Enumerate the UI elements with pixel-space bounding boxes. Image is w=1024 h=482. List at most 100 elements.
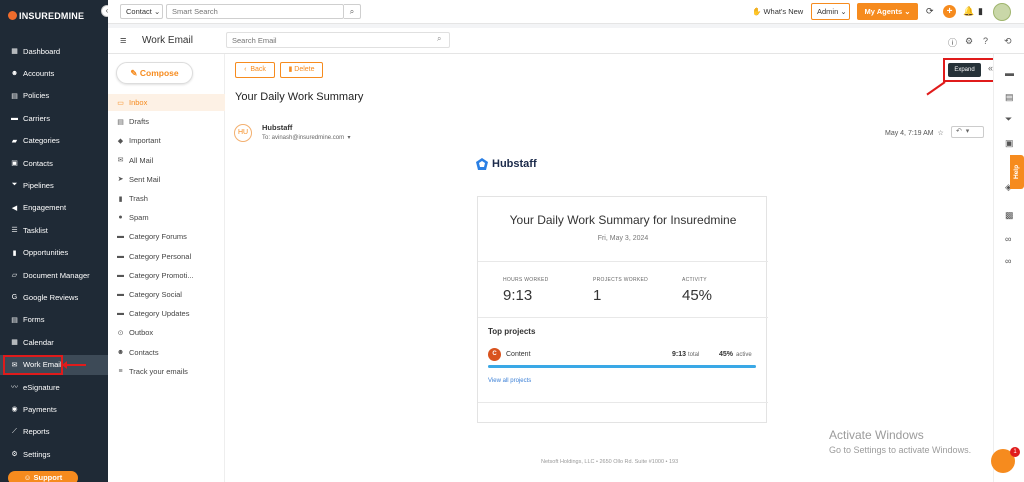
folder-sent-mail[interactable]: ➤ Sent Mail [108,171,225,188]
contact-type-select[interactable]: Contact ⌄ [120,4,163,19]
email-date: May 4, 7:19 AM ☆ [885,129,944,137]
search-icon[interactable]: ⌕ [344,4,361,19]
gear-icon: ⚙ [11,451,18,459]
sidebar-item-calendar[interactable]: ▦ Calendar [0,332,108,352]
link-icon[interactable]: ∞ [1005,256,1011,266]
folder-contacts[interactable]: ☻ Contacts [108,344,225,361]
sidebar-item-accounts[interactable]: ☻ Accounts [0,63,108,83]
email-date-text: May 4, 7:19 AM [885,130,934,137]
sender-avatar: HU [234,124,252,142]
draft-icon: ▤ [117,118,124,126]
chat-icon[interactable]: ▩ [1005,210,1014,221]
folder-icon: ▬ [117,233,124,241]
sidebar-item-label: eSignature [23,382,60,392]
info-icon[interactable]: ⓘ [948,36,957,49]
app-logo[interactable]: INSUREDMINE [8,11,84,21]
folder-icon: ▬ [117,271,124,279]
sidebar-item-dashboard[interactable]: ▦ Dashboard [0,41,108,61]
gear-icon[interactable]: ⚙ [965,36,973,47]
folder-track-your-emails[interactable]: ≡ Track your emails [108,363,225,380]
compose-button[interactable]: ✎ Compose [116,62,193,84]
contact-card-icon[interactable]: ▣ [1005,138,1014,149]
folder-category-forums[interactable]: ▬ Category Forums [108,228,225,245]
folder-trash[interactable]: ▮ Trash [108,190,225,207]
expand-tooltip: Expand [948,63,981,77]
refresh-icon[interactable]: ⟳ [926,6,934,17]
folder-category-promoti[interactable]: ▬ Category Promoti... [108,267,225,284]
folder-drafts[interactable]: ▤ Drafts [108,113,225,130]
folder-label: Inbox [129,98,148,107]
clipboard-icon[interactable]: ▮ [978,6,983,17]
recipient-line[interactable]: To: avinash@insuredmine.com ▾ [262,134,351,141]
folder-spam[interactable]: ● Spam [108,209,225,226]
user-avatar[interactable] [993,3,1011,21]
whats-new-link[interactable]: ✋ What's New [752,7,803,16]
sidebar-item-label: Forms [23,315,45,325]
sidebar-item-google-reviews[interactable]: G Google Reviews [0,287,108,307]
reply-button[interactable]: ↶ ▾ [951,126,984,138]
document-icon[interactable]: ▤ [1005,92,1014,103]
hamburger-menu-icon[interactable]: ≡ [120,35,126,47]
sidebar-item-label: Payments [23,404,57,414]
summary-date: Fri, May 3, 2024 [597,235,649,242]
filter-icon[interactable]: ⏷ [1005,114,1012,125]
sidebar-item-document-manager[interactable]: ▱ Document Manager [0,265,108,285]
sidebar-item-categories[interactable]: ▰ Categories [0,131,108,151]
bell-icon[interactable]: 🔔 [963,6,974,17]
folder-icon: ▬ [117,310,124,318]
sidebar-item-pipelines[interactable]: ⏷ Pipelines [0,175,108,195]
folder-icon[interactable]: ▬ [1005,68,1014,78]
email-subject: Your Daily Work Summary [235,91,364,103]
project-activity-unit: active [736,352,752,358]
folder-label: Outbox [129,328,154,338]
google-icon: G [11,293,18,301]
my-agents-label: My Agents [864,7,903,16]
folder-outbox[interactable]: ⊙ Outbox [108,324,225,341]
stat-value-projects: 1 [593,287,602,304]
folder-category-personal[interactable]: ▬ Category Personal [108,248,225,265]
email-search-input[interactable] [226,32,450,48]
folder-label: Category Promoti... [129,270,194,280]
support-button[interactable]: ☺ Support [8,471,78,482]
reply-icon: ↶ [956,128,962,135]
folder-category-social[interactable]: ▬ Category Social [108,286,225,303]
contact-select-value: Contact [126,7,152,16]
folder-inbox[interactable]: ▭ Inbox [108,94,225,111]
help-circle-icon[interactable]: ? [983,36,988,46]
top-projects-heading: Top projects [488,327,536,336]
sidebar-item-forms[interactable]: ▤ Forms [0,310,108,330]
contact-card-icon: ▣ [11,160,18,167]
smart-search-input[interactable] [166,4,344,19]
add-icon[interactable]: + [943,5,956,18]
help-tab[interactable]: Help [1010,155,1024,189]
my-agents-button[interactable]: My Agents ⌄ [857,3,918,20]
outbox-icon: ⊙ [117,329,124,337]
sidebar-item-engagement[interactable]: ◀ Engagement [0,198,108,218]
sidebar-item-reports[interactable]: ⟋ Reports [0,422,108,442]
track-icon: ≡ [118,367,123,375]
sidebar-item-policies[interactable]: ▤ Policies [0,86,108,106]
delete-button[interactable]: ▮ Delete [280,62,323,78]
activate-windows-subtitle: Go to Settings to activate Windows. [829,445,972,455]
folder-important[interactable]: ◆ Important [108,132,225,149]
back-button[interactable]: ‹ Back [235,62,275,78]
folder-label: Drafts [129,117,150,127]
folder-all-mail[interactable]: ✉ All Mail [108,152,225,169]
sidebar-item-carriers[interactable]: ▬ Carriers [0,108,108,128]
sync-icon[interactable]: ⟲ [1004,36,1012,47]
star-icon[interactable]: ☆ [938,130,944,137]
link-icon[interactable]: ∞ [1005,234,1011,244]
search-icon[interactable]: ⌕ [437,34,441,44]
sidebar-item-contacts[interactable]: ▣ Contacts [0,153,108,173]
sidebar-item-payments[interactable]: ◉ Payments [0,399,108,419]
role-select[interactable]: Admin ⌄ [811,3,850,20]
folder-label: Category Updates [129,309,190,319]
sidebar-item-tasklist[interactable]: ☰ Tasklist [0,220,108,240]
sidebar-item-opportunities[interactable]: ▮ Opportunities [0,243,108,263]
view-all-projects-link[interactable]: View all projects [488,378,531,384]
sidebar-item-settings[interactable]: ⚙ Settings [0,444,108,464]
email-header: ≡ Work Email ⌕ ⓘ ⚙ ? ⟲ [108,28,1024,54]
dashboard-icon: ▦ [11,48,18,55]
folder-category-updates[interactable]: ▬ Category Updates [108,305,225,322]
sidebar-item-esignature[interactable]: 〰 eSignature [0,377,108,397]
